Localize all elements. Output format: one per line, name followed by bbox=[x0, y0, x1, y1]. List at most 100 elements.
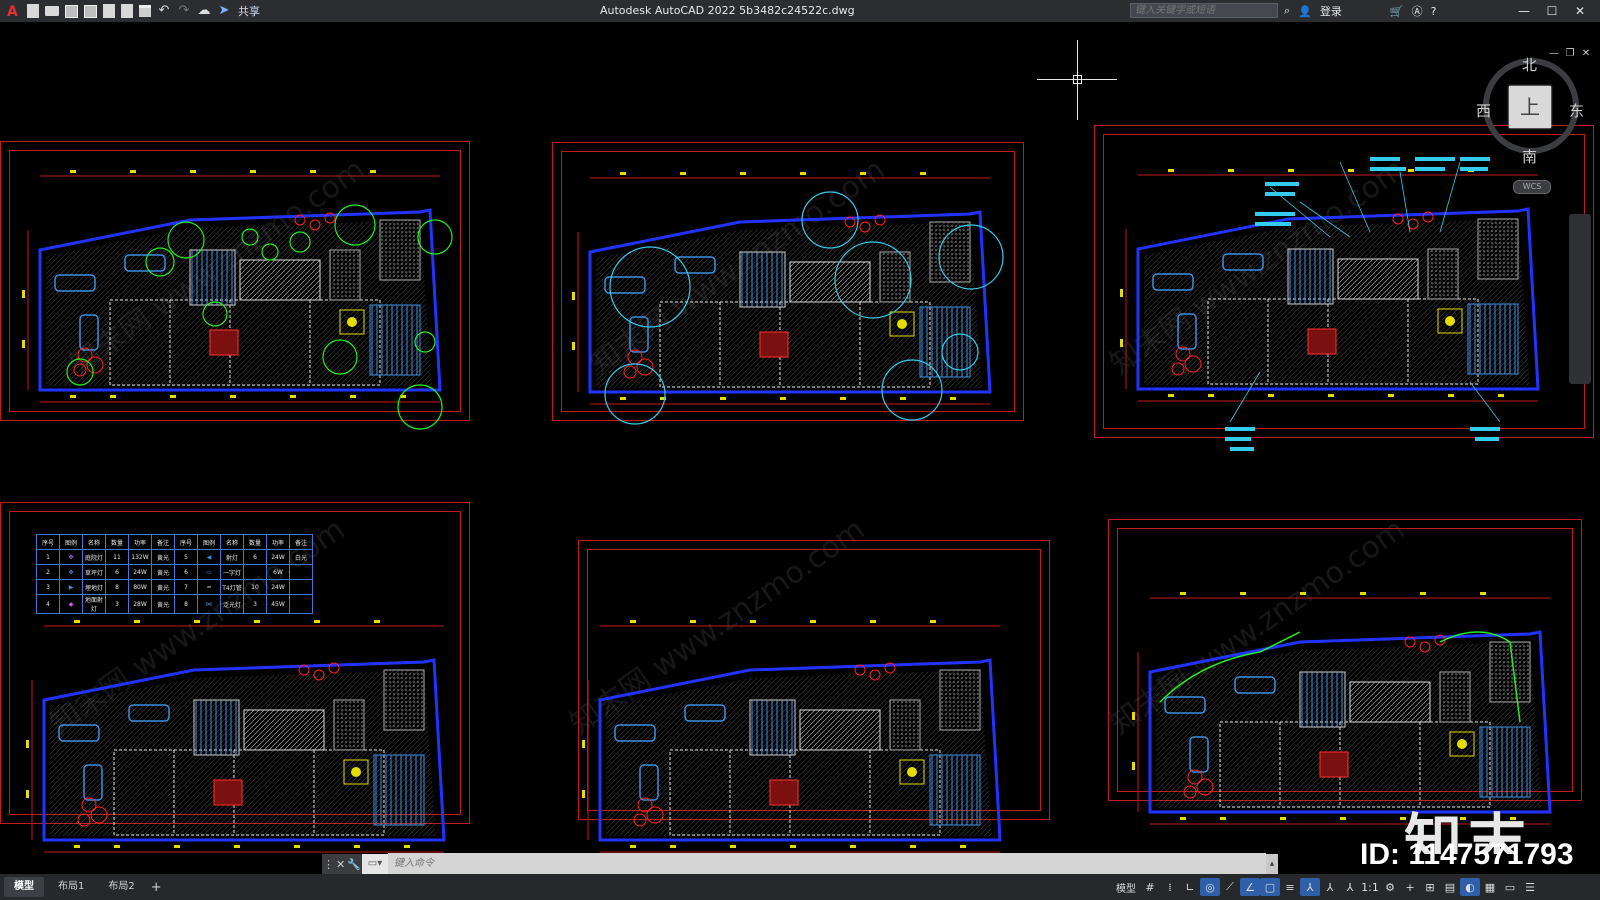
help-icon[interactable]: ? bbox=[1431, 5, 1437, 18]
annotation-scale-value[interactable]: 1:1 bbox=[1360, 878, 1380, 896]
navigation-bar[interactable] bbox=[1569, 214, 1591, 384]
new-file-icon[interactable] bbox=[27, 4, 39, 18]
search-input[interactable] bbox=[1130, 3, 1278, 18]
workspace-gear-icon[interactable]: ⚙ bbox=[1380, 878, 1400, 896]
drawing-canvas[interactable]: — ❐ ✕ 知末网 www.znzmo.com 知末网 www.znzmo.co… bbox=[0, 22, 1600, 854]
table-cell: 24W bbox=[266, 579, 290, 595]
grip-icon[interactable]: ⋮ bbox=[323, 858, 334, 871]
table-cell: 8 bbox=[105, 579, 129, 595]
table-cell: ◀ bbox=[197, 549, 221, 565]
customization-menu-icon[interactable]: ☰ bbox=[1520, 878, 1540, 896]
customize-icon[interactable]: 🔧 bbox=[347, 858, 361, 871]
strip-light-icon: ▭ bbox=[206, 568, 212, 576]
command-history-icon[interactable]: ▭▾ bbox=[362, 854, 388, 874]
tab-layout1[interactable]: 布局1 bbox=[48, 877, 94, 897]
table-cell: 1 bbox=[36, 549, 60, 565]
save-as-icon[interactable] bbox=[84, 4, 97, 18]
ground-spotlight-icon: ◆ bbox=[68, 600, 74, 608]
status-bar: 模型 布局1 布局2 + 模型 # ⁞ ∟ ◎ ⟋ ∠ ▢ ≡ ⅄ ⅄ ⅄ 1:… bbox=[0, 874, 1600, 900]
table-cell: T4灯管 bbox=[220, 579, 244, 595]
user-icon[interactable]: 👤 bbox=[1298, 5, 1312, 18]
tab-model[interactable]: 模型 bbox=[4, 877, 44, 897]
close-icon[interactable]: ✕ bbox=[336, 858, 345, 871]
table-cell: 6 bbox=[105, 564, 129, 580]
hardware-acceleration-icon[interactable]: ▦ bbox=[1480, 878, 1500, 896]
lawn-light-icon: ✤ bbox=[68, 568, 74, 576]
viewcube-top-face[interactable]: 上 bbox=[1509, 86, 1551, 128]
object-snap-icon[interactable]: ▢ bbox=[1260, 878, 1280, 896]
table-cell: 庭院灯 bbox=[82, 549, 106, 565]
wcs-menu-button[interactable]: WCS bbox=[1513, 180, 1551, 194]
command-input[interactable] bbox=[388, 853, 1266, 875]
table-header-cell: 图例 bbox=[59, 534, 83, 550]
autocad-logo-icon[interactable]: A bbox=[7, 4, 21, 20]
command-expand-icon[interactable]: ▴ bbox=[1266, 859, 1278, 869]
annotation-visibility-icon[interactable]: ⅄ bbox=[1300, 878, 1320, 896]
table-cell: 3 bbox=[36, 579, 60, 595]
auto-scale-icon[interactable]: ⅄ bbox=[1320, 878, 1340, 896]
table-header-cell: 图例 bbox=[197, 534, 221, 550]
status-toggles: 模型 # ⁞ ∟ ◎ ⟋ ∠ ▢ ≡ ⅄ ⅄ ⅄ 1:1 ⚙ + ⊞ ▤ ◐ ▦… bbox=[1116, 874, 1540, 900]
share-button[interactable]: 共享 bbox=[238, 3, 260, 19]
quick-access-toolbar: A ↶ ↷ ☁ ➤ 共享 bbox=[0, 0, 260, 22]
crosshair-pickbox bbox=[1073, 75, 1082, 84]
isolate-objects-icon[interactable]: ◐ bbox=[1460, 878, 1480, 896]
autodesk-app-icon[interactable]: Ⓐ bbox=[1412, 3, 1423, 19]
flood-light-icon: ⋈ bbox=[206, 600, 212, 608]
command-line-controls: ⋮ ✕ 🔧 bbox=[322, 854, 362, 874]
print-icon[interactable] bbox=[139, 5, 151, 17]
floor-plans-layer bbox=[20, 157, 1552, 854]
maximize-button[interactable]: ☐ bbox=[1538, 4, 1566, 18]
undo-icon[interactable]: ↶ bbox=[157, 4, 171, 18]
close-button[interactable]: ✕ bbox=[1566, 4, 1594, 18]
cart-icon[interactable]: 🛒 bbox=[1390, 5, 1404, 18]
search-icon[interactable]: ⌕ bbox=[1284, 4, 1290, 18]
lineweight-icon[interactable]: ≡ bbox=[1280, 878, 1300, 896]
login-button[interactable]: 登录 bbox=[1320, 3, 1342, 19]
garden-light-icon: ✥ bbox=[68, 553, 74, 561]
plot-preview-icon[interactable] bbox=[121, 4, 133, 18]
table-cell: ◆ bbox=[59, 594, 83, 614]
viewcube-east[interactable]: 东 bbox=[1569, 100, 1584, 121]
publish-icon[interactable] bbox=[103, 4, 115, 18]
minimize-button[interactable]: — bbox=[1510, 4, 1538, 18]
table-cell: 11 bbox=[105, 549, 129, 565]
save-icon[interactable] bbox=[65, 4, 78, 18]
plan-sheet-6 bbox=[1130, 590, 1552, 826]
viewcube-south[interactable]: 南 bbox=[1522, 146, 1537, 167]
table-cell: ▭ bbox=[197, 564, 221, 580]
viewcube-west[interactable]: 西 bbox=[1476, 100, 1491, 121]
units-icon[interactable]: ⊞ bbox=[1420, 878, 1440, 896]
table-header-cell: 备注 bbox=[289, 534, 313, 550]
clean-screen-icon[interactable]: ▭ bbox=[1500, 878, 1520, 896]
snap-icon[interactable]: ⁞ bbox=[1160, 878, 1180, 896]
plan-sheet-4 bbox=[24, 618, 446, 854]
quick-properties-icon[interactable]: ▤ bbox=[1440, 878, 1460, 896]
annotation-monitor-icon[interactable]: + bbox=[1400, 878, 1420, 896]
table-row: 1 ✥ 庭院灯 11 132W 黄光 5 ◀ 射灯 6 24W 白光 bbox=[36, 549, 313, 565]
ortho-icon[interactable]: ∟ bbox=[1180, 878, 1200, 896]
object-snap-tracking-icon[interactable]: ∠ bbox=[1240, 878, 1260, 896]
table-cell: 6 bbox=[243, 549, 267, 565]
grid-icon[interactable]: # bbox=[1140, 878, 1160, 896]
viewcube-north[interactable]: 北 bbox=[1522, 54, 1537, 75]
plan-sheet-2 bbox=[570, 170, 992, 406]
table-cell: 黄光 bbox=[151, 594, 175, 614]
table-header-cell: 名称 bbox=[220, 534, 244, 550]
annotation-scale-icon[interactable]: ⅄ bbox=[1340, 878, 1360, 896]
inground-light-icon: ▶ bbox=[68, 583, 74, 591]
table-cell: 45W bbox=[266, 594, 290, 614]
table-cell: 28W bbox=[128, 594, 152, 614]
workspace-icon[interactable]: ☁ bbox=[197, 4, 211, 18]
share-icon[interactable]: ➤ bbox=[217, 4, 231, 18]
polar-tracking-icon[interactable]: ◎ bbox=[1200, 878, 1220, 896]
add-layout-icon[interactable]: + bbox=[151, 880, 162, 895]
model-space-button[interactable]: 模型 bbox=[1116, 880, 1136, 895]
isodraft-icon[interactable]: ⟋ bbox=[1220, 878, 1240, 896]
tab-layout2[interactable]: 布局2 bbox=[98, 877, 144, 897]
table-cell: 8 bbox=[174, 594, 198, 614]
table-cell: 5 bbox=[174, 549, 198, 565]
open-file-icon[interactable] bbox=[45, 6, 59, 16]
table-cell: 射灯 bbox=[220, 549, 244, 565]
redo-icon[interactable]: ↷ bbox=[177, 4, 191, 18]
